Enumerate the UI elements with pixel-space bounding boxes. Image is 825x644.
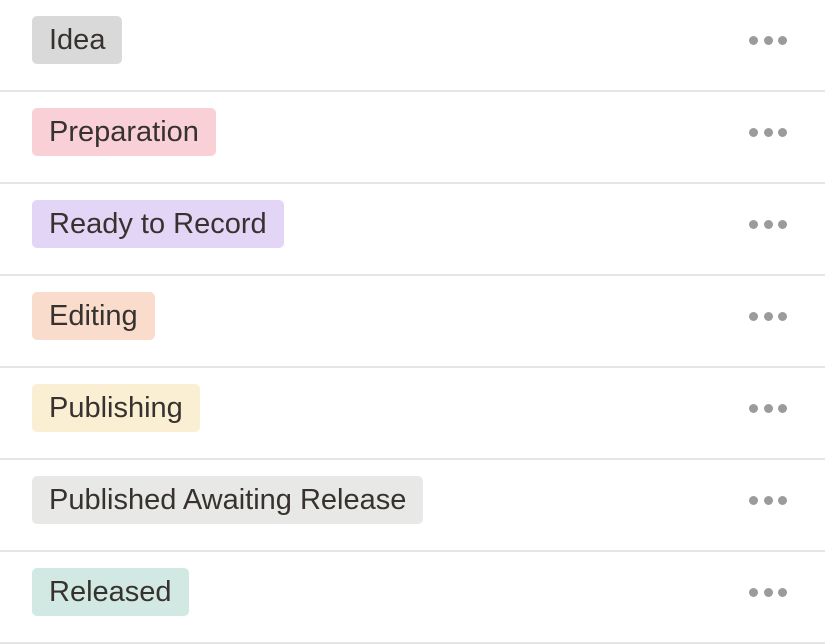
more-options-button[interactable] <box>749 310 787 322</box>
status-tag[interactable]: Preparation <box>32 108 216 156</box>
dot-icon <box>778 587 787 597</box>
dot-icon <box>778 219 787 229</box>
dot-icon <box>749 311 758 321</box>
dot-icon <box>749 35 758 45</box>
status-tag[interactable]: Published Awaiting Release <box>32 476 424 524</box>
dot-icon <box>749 587 758 597</box>
dot-icon <box>763 587 773 597</box>
dot-icon <box>763 495 773 505</box>
more-options-button[interactable] <box>749 126 787 138</box>
dot-icon <box>778 127 787 137</box>
more-options-button[interactable] <box>749 218 787 230</box>
option-row-idea[interactable]: Idea <box>0 0 825 92</box>
dot-icon <box>749 219 758 229</box>
dot-icon <box>763 403 773 413</box>
option-row-ready-to-record[interactable]: Ready to Record <box>0 184 825 276</box>
dot-icon <box>778 403 787 413</box>
more-options-button[interactable] <box>749 494 787 506</box>
status-tag[interactable]: Idea <box>32 16 123 64</box>
option-row-published-awaiting-release[interactable]: Published Awaiting Release <box>0 460 825 552</box>
status-tag[interactable]: Publishing <box>32 384 200 432</box>
option-row-released[interactable]: Released <box>0 552 825 644</box>
dot-icon <box>749 495 758 505</box>
more-options-button[interactable] <box>749 586 787 598</box>
status-tag[interactable]: Ready to Record <box>32 200 284 248</box>
status-options-list: Idea Preparation Ready to Record Editing… <box>0 0 825 644</box>
dot-icon <box>778 311 787 321</box>
status-tag[interactable]: Released <box>32 568 189 616</box>
option-row-preparation[interactable]: Preparation <box>0 92 825 184</box>
option-row-editing[interactable]: Editing <box>0 276 825 368</box>
dot-icon <box>778 35 787 45</box>
dot-icon <box>778 495 787 505</box>
dot-icon <box>763 311 773 321</box>
dot-icon <box>763 127 773 137</box>
dot-icon <box>763 219 773 229</box>
option-row-publishing[interactable]: Publishing <box>0 368 825 460</box>
more-options-button[interactable] <box>749 34 787 46</box>
dot-icon <box>763 35 773 45</box>
more-options-button[interactable] <box>749 402 787 414</box>
status-tag[interactable]: Editing <box>32 292 155 340</box>
dot-icon <box>749 403 758 413</box>
dot-icon <box>749 127 758 137</box>
